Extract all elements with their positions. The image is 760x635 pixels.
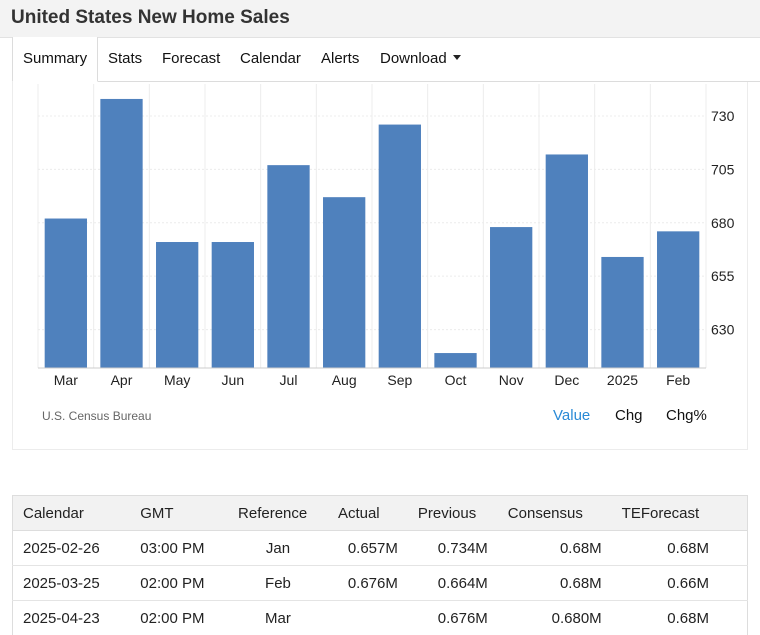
col-previous: Previous <box>407 495 498 531</box>
cell-teforecast: 0.68M <box>611 600 748 635</box>
x-tick-label: Jul <box>280 372 298 388</box>
cell-consensus: 0.68M <box>497 530 612 566</box>
bar[interactable] <box>545 154 588 368</box>
cell-previous: 0.676M <box>407 600 498 635</box>
bar[interactable] <box>323 197 366 368</box>
y-tick-label: 655 <box>711 268 735 284</box>
col-gmt: GMT <box>130 495 229 531</box>
y-tick-label: 730 <box>711 108 735 124</box>
bar[interactable] <box>100 98 143 369</box>
y-tick-label: 630 <box>711 322 735 338</box>
x-tick-label: 2025 <box>607 372 638 388</box>
cell-gmt: 02:00 PM <box>130 600 229 635</box>
cell-actual: 0.676M <box>327 565 408 601</box>
cell-teforecast: 0.68M <box>611 530 748 566</box>
bar[interactable] <box>156 242 199 368</box>
cell-actual: 0.657M <box>327 530 408 566</box>
col-calendar: Calendar <box>12 495 131 531</box>
cell-previous: 0.734M <box>407 530 498 566</box>
cell-previous: 0.664M <box>407 565 498 601</box>
table-row: 2025-03-25 02:00 PM Feb 0.676M 0.664M 0.… <box>12 565 748 601</box>
cell-consensus: 0.680M <box>497 600 612 635</box>
bar-chart: 630 655 680 705 730 Mar Apr May Jun Jul Aug Sep Oct N… <box>37 84 735 388</box>
col-actual: Actual <box>327 495 408 531</box>
toggle-chg[interactable]: Chg <box>615 407 643 424</box>
x-tick-label: Aug <box>332 372 357 388</box>
bar[interactable] <box>44 218 87 368</box>
x-tick-label: May <box>164 372 190 388</box>
cell-date: 2025-02-26 <box>12 530 131 566</box>
cell-date: 2025-03-25 <box>12 565 131 601</box>
col-consensus: Consensus <box>497 495 612 531</box>
bar[interactable] <box>657 231 700 368</box>
y-tick-label: 680 <box>711 215 735 231</box>
cell-gmt: 02:00 PM <box>130 565 229 601</box>
cell-consensus: 0.68M <box>497 565 612 601</box>
y-tick-label: 705 <box>711 161 735 177</box>
bar[interactable] <box>434 353 477 368</box>
bar[interactable] <box>267 165 310 368</box>
toggle-value[interactable]: Value <box>553 407 590 424</box>
cell-gmt: 03:00 PM <box>130 530 229 566</box>
x-tick-label: Oct <box>445 372 467 388</box>
cell-actual <box>327 600 408 635</box>
x-tick-label: Feb <box>666 372 690 388</box>
bar[interactable] <box>601 256 644 368</box>
bar[interactable] <box>211 242 254 368</box>
x-tick-label: Jun <box>222 372 245 388</box>
table-header-row: Calendar GMT Reference Actual Previous C… <box>12 495 748 531</box>
col-reference: Reference <box>228 495 328 531</box>
cell-reference: Feb <box>228 565 328 601</box>
cell-date: 2025-04-23 <box>12 600 131 635</box>
table-row: 2025-04-23 02:00 PM Mar 0.676M 0.680M 0.… <box>12 600 748 635</box>
cell-reference: Jan <box>228 530 328 566</box>
x-tick-label: Apr <box>111 372 133 388</box>
bar[interactable] <box>378 124 421 368</box>
x-tick-label: Dec <box>554 372 579 388</box>
source-label: U.S. Census Bureau <box>42 409 152 423</box>
toggle-chg-pct[interactable]: Chg% <box>666 407 707 424</box>
cell-reference: Mar <box>228 600 328 635</box>
x-tick-label: Mar <box>54 372 78 388</box>
x-tick-label: Sep <box>387 372 412 388</box>
bar[interactable] <box>490 227 533 368</box>
calendar-table: Calendar GMT Reference Actual Previous C… <box>12 495 748 635</box>
cell-teforecast: 0.66M <box>611 565 748 601</box>
x-tick-label: Nov <box>499 372 524 388</box>
table-row: 2025-02-26 03:00 PM Jan 0.657M 0.734M 0.… <box>12 530 748 566</box>
col-teforecast: TEForecast <box>611 495 748 531</box>
